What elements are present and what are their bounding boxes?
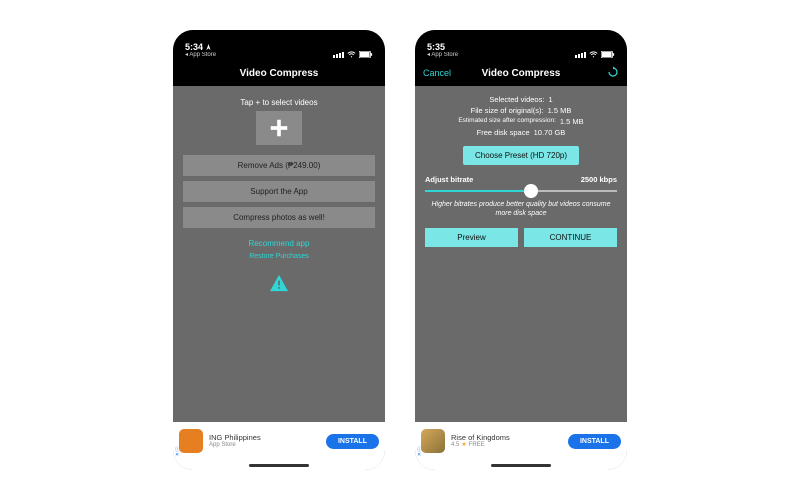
ad-title: ING Philippines [209, 434, 320, 442]
status-indicators [333, 51, 373, 58]
ad-subtitle: App Store [209, 442, 320, 449]
compress-photos-button[interactable]: Compress photos as well! [183, 207, 375, 228]
wifi-icon [589, 51, 598, 58]
nav-bar: Cancel Video Compress [415, 60, 627, 86]
home-indicator[interactable] [173, 460, 385, 470]
ad-title: Rise of Kingdoms [451, 434, 562, 442]
add-videos-button[interactable] [256, 111, 302, 145]
status-bar: 5:35 ◂ App Store [415, 30, 627, 60]
support-app-button[interactable]: Support the App [183, 181, 375, 202]
selected-videos-label: Selected videos: [489, 95, 544, 104]
phone-screen-home: 5:34 ◂ App Store Video Compress Tap + to… [173, 30, 385, 470]
filesize-value: 1.5 MB [548, 106, 572, 115]
ad-info-icon[interactable]: ⓘ✕ [175, 448, 180, 458]
back-to-appstore[interactable]: ◂ App Store [427, 52, 458, 58]
remove-ads-button[interactable]: Remove Ads (₱249.00) [183, 155, 375, 176]
ad-banner[interactable]: ⓘ✕ ING Philippines App Store INSTALL [173, 422, 385, 460]
selected-videos-value: 1 [548, 95, 552, 104]
status-bar: 5:34 ◂ App Store [173, 30, 385, 60]
restore-purchases-link[interactable]: Restore Purchases [249, 253, 309, 260]
choose-preset-button[interactable]: Choose Preset (HD 720p) [463, 146, 579, 165]
battery-icon [359, 51, 373, 58]
back-to-appstore[interactable]: ◂ App Store [185, 52, 216, 58]
home-indicator[interactable] [415, 460, 627, 470]
bitrate-hint: Higher bitrates produce better quality b… [425, 200, 617, 218]
ad-info-icon[interactable]: ⓘ✕ [417, 448, 422, 458]
ad-banner[interactable]: ⓘ✕ Rise of Kingdoms 4.5★FREE INSTALL [415, 422, 627, 460]
cancel-button[interactable]: Cancel [423, 68, 451, 78]
bitrate-label: Adjust bitrate [425, 175, 473, 184]
bitrate-value: 2500 kbps [581, 175, 617, 184]
free-disk-value: 10.70 GB [534, 128, 566, 137]
ad-app-icon [179, 429, 203, 453]
ad-install-button[interactable]: INSTALL [568, 434, 621, 449]
signal-icon [575, 52, 586, 58]
nav-bar: Video Compress [173, 60, 385, 86]
refresh-icon [607, 66, 619, 78]
preview-button[interactable]: Preview [425, 228, 518, 247]
status-time: 5:35 [427, 43, 458, 52]
refresh-button[interactable] [607, 66, 619, 81]
slider-thumb[interactable] [524, 184, 538, 198]
nav-title: Video Compress [482, 68, 561, 79]
ad-rating: 4.5★FREE [451, 442, 562, 449]
filesize-label: File size of original(s): [471, 106, 544, 115]
nav-title: Video Compress [240, 68, 319, 79]
estimated-size-label: Estimated size after compression: [458, 117, 556, 126]
free-disk-label: Free disk space [477, 128, 530, 137]
status-indicators [575, 51, 615, 58]
ad-app-icon [421, 429, 445, 453]
bitrate-slider[interactable] [425, 190, 617, 192]
star-icon: ★ [461, 442, 466, 449]
warning-icon[interactable] [269, 274, 289, 292]
continue-button[interactable]: CONTINUE [524, 228, 617, 247]
tap-to-select-label: Tap + to select videos [240, 98, 317, 107]
plus-icon [268, 117, 290, 139]
signal-icon [333, 52, 344, 58]
wifi-icon [347, 51, 356, 58]
ad-install-button[interactable]: INSTALL [326, 434, 379, 449]
battery-icon [601, 51, 615, 58]
status-time: 5:34 [185, 43, 216, 52]
phone-screen-compress: 5:35 ◂ App Store Cancel Video Compress S… [415, 30, 627, 470]
recommend-app-link[interactable]: Recommend app [249, 239, 310, 248]
estimated-size-value: 1.5 MB [560, 117, 584, 126]
